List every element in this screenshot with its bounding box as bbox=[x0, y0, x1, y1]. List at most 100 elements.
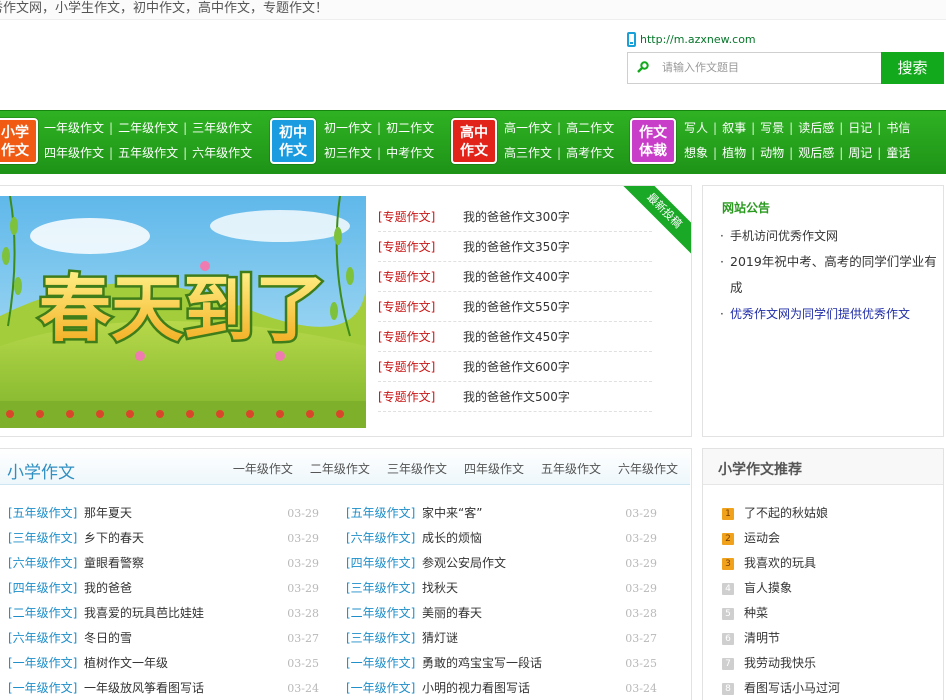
list-item[interactable]: [专题作文] 我的爸爸作文350字 bbox=[378, 232, 652, 262]
recommend-title-link[interactable]: 我喜欢的玩具 bbox=[744, 551, 816, 576]
topic-title[interactable]: 我的爸爸作文400字 bbox=[463, 268, 570, 285]
essay-title[interactable]: 成长的烦恼 bbox=[422, 526, 482, 551]
list-item[interactable]: 6 清明节 bbox=[722, 626, 937, 651]
search-input[interactable] bbox=[662, 61, 872, 74]
essay-title[interactable]: 美丽的春天 bbox=[422, 601, 482, 626]
nav-link[interactable]: 高一作文 bbox=[504, 121, 552, 135]
nav-badge-high[interactable]: 高中 作文 bbox=[451, 118, 497, 164]
nav-link[interactable]: 六年级作文 bbox=[192, 146, 252, 160]
nav-link[interactable]: 童话 bbox=[886, 146, 910, 160]
topic-title[interactable]: 我的爸爸作文500字 bbox=[463, 388, 570, 405]
topic-tag[interactable]: [专题作文] bbox=[378, 358, 463, 375]
tab-grade-6[interactable]: 六年级作文 bbox=[618, 460, 678, 477]
nav-link[interactable]: 初二作文 bbox=[386, 121, 434, 135]
essay-tag[interactable]: [四年级作文] bbox=[346, 551, 422, 576]
topic-title[interactable]: 我的爸爸作文450字 bbox=[463, 328, 570, 345]
topic-title[interactable]: 我的爸爸作文300字 bbox=[463, 208, 570, 225]
nav-badge-middle[interactable]: 初中 作文 bbox=[270, 118, 316, 164]
nav-badge-genre[interactable]: 作文 体裁 bbox=[630, 118, 676, 164]
list-item[interactable]: 7 我劳动我快乐 bbox=[722, 651, 937, 676]
nav-link[interactable]: 写人 bbox=[684, 121, 708, 135]
essay-title[interactable]: 我的爸爸 bbox=[84, 576, 132, 601]
recommend-title-link[interactable]: 清明节 bbox=[744, 626, 780, 651]
list-item[interactable]: 4 盲人摸象 bbox=[722, 576, 937, 601]
recommend-title-link[interactable]: 盲人摸象 bbox=[744, 576, 792, 601]
essay-tag[interactable]: [二年级作文] bbox=[346, 601, 422, 626]
essay-tag[interactable]: [三年级作文] bbox=[346, 626, 422, 651]
essay-tag[interactable]: [六年级作文] bbox=[346, 526, 422, 551]
essay-tag[interactable]: [五年级作文] bbox=[346, 501, 422, 526]
search-button[interactable]: 搜索 bbox=[881, 52, 944, 84]
tab-grade-3[interactable]: 三年级作文 bbox=[387, 460, 447, 477]
topic-tag[interactable]: [专题作文] bbox=[378, 238, 463, 255]
list-item[interactable]: 8 看图写话小马过河 bbox=[722, 676, 937, 700]
recommend-title-link[interactable]: 了不起的秋姑娘 bbox=[744, 501, 828, 526]
essay-title[interactable]: 那年夏天 bbox=[84, 501, 132, 526]
recommend-title-link[interactable]: 种菜 bbox=[744, 601, 768, 626]
topic-title[interactable]: 我的爸爸作文600字 bbox=[463, 358, 570, 375]
essay-tag[interactable]: [二年级作文] bbox=[8, 601, 84, 626]
nav-link[interactable]: 四年级作文 bbox=[44, 146, 104, 160]
essay-title[interactable]: 植树作文一年级 bbox=[84, 651, 168, 676]
mobile-site-link[interactable]: http://m.azxnew.com bbox=[627, 32, 756, 47]
spring-banner[interactable]: 春天到了 bbox=[0, 196, 366, 428]
essay-tag[interactable]: [四年级作文] bbox=[8, 576, 84, 601]
nav-link[interactable]: 写景 bbox=[760, 121, 784, 135]
essay-title[interactable]: 猜灯谜 bbox=[422, 626, 458, 651]
essay-tag[interactable]: [六年级作文] bbox=[8, 551, 84, 576]
list-item[interactable]: [专题作文] 我的爸爸作文450字 bbox=[378, 322, 652, 352]
essay-title[interactable]: 乡下的春天 bbox=[84, 526, 144, 551]
nav-link[interactable]: 想象 bbox=[684, 146, 708, 160]
list-item[interactable]: [专题作文] 我的爸爸作文600字 bbox=[378, 352, 652, 382]
nav-link[interactable]: 初三作文 bbox=[324, 146, 372, 160]
essay-title[interactable]: 参观公安局作文 bbox=[422, 551, 506, 576]
list-item[interactable]: [专题作文] 我的爸爸作文400字 bbox=[378, 262, 652, 292]
list-item[interactable]: 3 我喜欢的玩具 bbox=[722, 551, 937, 576]
topic-tag[interactable]: [专题作文] bbox=[378, 208, 463, 225]
nav-link[interactable]: 三年级作文 bbox=[192, 121, 252, 135]
topic-tag[interactable]: [专题作文] bbox=[378, 268, 463, 285]
nav-link[interactable]: 叙事 bbox=[722, 121, 746, 135]
nav-link[interactable]: 五年级作文 bbox=[118, 146, 178, 160]
essay-title[interactable]: 冬日的雪 bbox=[84, 626, 132, 651]
notice-item[interactable]: 2019年祝中考、高考的同学们学业有成 bbox=[720, 249, 938, 301]
nav-link[interactable]: 高三作文 bbox=[504, 146, 552, 160]
nav-link[interactable]: 中考作文 bbox=[386, 146, 434, 160]
nav-link[interactable]: 一年级作文 bbox=[44, 121, 104, 135]
nav-link[interactable]: 初一作文 bbox=[324, 121, 372, 135]
essay-tag[interactable]: [六年级作文] bbox=[8, 626, 84, 651]
nav-link[interactable]: 周记 bbox=[848, 146, 872, 160]
list-item[interactable]: 1 了不起的秋姑娘 bbox=[722, 501, 937, 526]
essay-title[interactable]: 家中来“客” bbox=[422, 501, 482, 526]
topic-title[interactable]: 我的爸爸作文550字 bbox=[463, 298, 570, 315]
nav-link[interactable]: 二年级作文 bbox=[118, 121, 178, 135]
essay-title[interactable]: 我喜爱的玩具芭比娃娃 bbox=[84, 601, 204, 626]
essay-title[interactable]: 一年级放风筝看图写话 bbox=[84, 676, 204, 700]
topic-title[interactable]: 我的爸爸作文350字 bbox=[463, 238, 570, 255]
list-item[interactable]: [专题作文] 我的爸爸作文550字 bbox=[378, 292, 652, 322]
list-item[interactable]: [专题作文] 我的爸爸作文500字 bbox=[378, 382, 652, 412]
essay-tag[interactable]: [三年级作文] bbox=[8, 526, 84, 551]
tab-grade-1[interactable]: 一年级作文 bbox=[233, 460, 293, 477]
nav-link[interactable]: 读后感 bbox=[798, 121, 834, 135]
mobile-url[interactable]: http://m.azxnew.com bbox=[640, 33, 756, 46]
nav-link[interactable]: 观后感 bbox=[798, 146, 834, 160]
nav-link[interactable]: 动物 bbox=[760, 146, 784, 160]
tab-grade-2[interactable]: 二年级作文 bbox=[310, 460, 370, 477]
essay-tag[interactable]: [一年级作文] bbox=[8, 676, 84, 700]
essay-title[interactable]: 童眼看警察 bbox=[84, 551, 144, 576]
recommend-title-link[interactable]: 运动会 bbox=[744, 526, 780, 551]
essay-tag[interactable]: [五年级作文] bbox=[8, 501, 84, 526]
recommend-title-link[interactable]: 我劳动我快乐 bbox=[744, 651, 816, 676]
nav-badge-primary[interactable]: 小学 作文 bbox=[0, 118, 38, 164]
list-item[interactable]: 5 种菜 bbox=[722, 601, 937, 626]
essay-title[interactable]: 勇敢的鸡宝宝写一段话 bbox=[422, 651, 542, 676]
nav-link[interactable]: 高二作文 bbox=[566, 121, 614, 135]
topic-tag[interactable]: [专题作文] bbox=[378, 328, 463, 345]
nav-link[interactable]: 日记 bbox=[848, 121, 872, 135]
recommend-title-link[interactable]: 看图写话小马过河 bbox=[744, 676, 840, 700]
notice-item[interactable]: 优秀作文网为同学们提供优秀作文 bbox=[720, 301, 938, 327]
list-item[interactable]: 2 运动会 bbox=[722, 526, 937, 551]
topic-tag[interactable]: [专题作文] bbox=[378, 388, 463, 405]
nav-link[interactable]: 植物 bbox=[722, 146, 746, 160]
